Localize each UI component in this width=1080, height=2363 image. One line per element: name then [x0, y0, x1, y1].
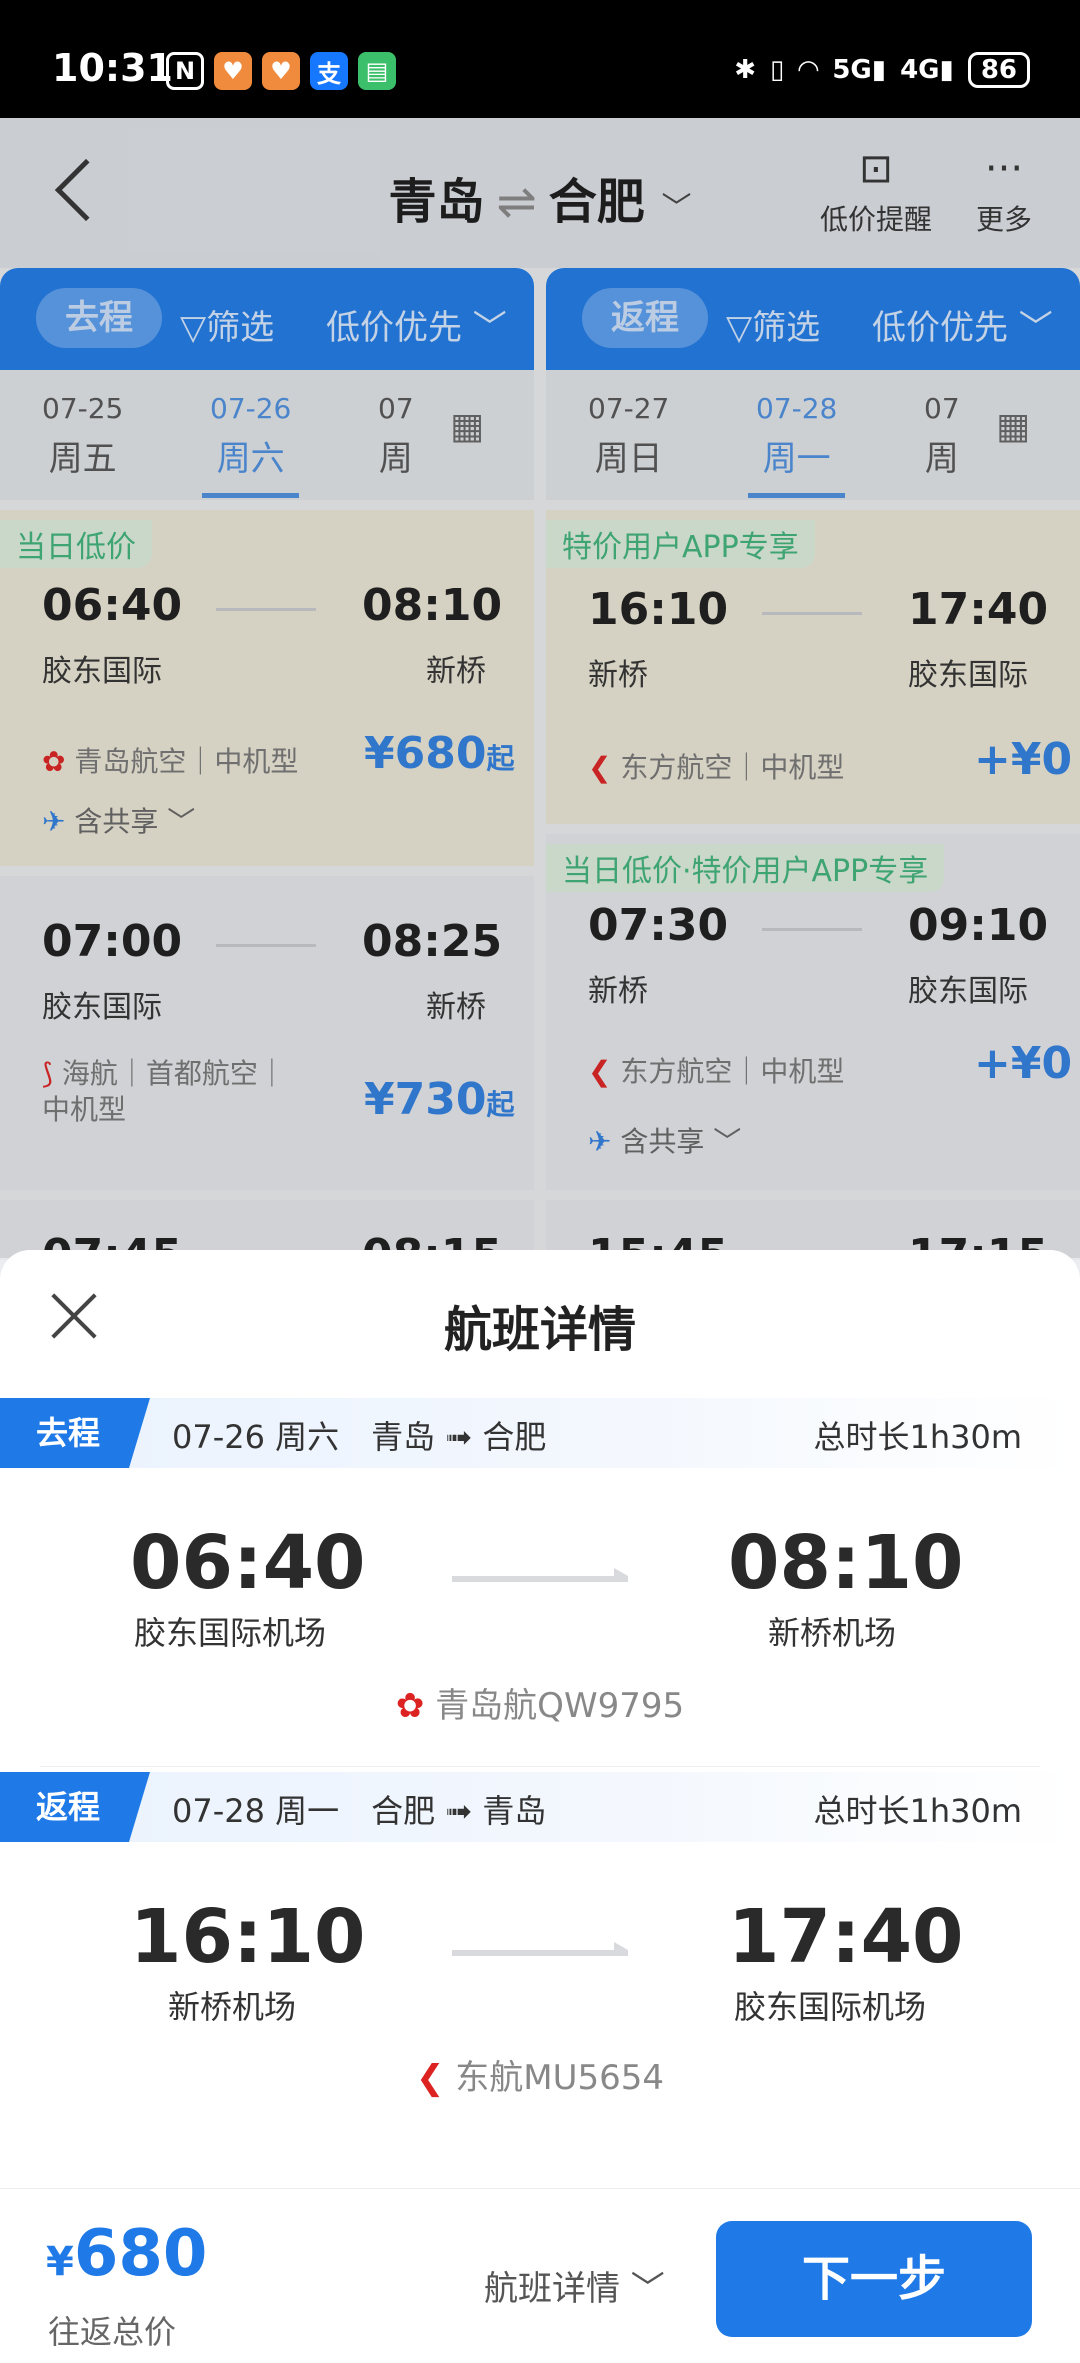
- segment-info: 07-26 周六 青岛 ➟ 合肥: [172, 1418, 547, 1456]
- total-label: 往返总价: [48, 2313, 177, 2351]
- sheet-title: 航班详情: [443, 1302, 636, 1358]
- system-icons: ✱ ▯ ◠ 5G▮ 4G▮ 86: [734, 52, 1030, 88]
- segment-duration: 总时长1h30m: [813, 1418, 1022, 1456]
- arrival-airport: 胶东国际机场: [734, 1988, 927, 2026]
- notification-icons: N ♥ ♥ 支 ▤: [166, 52, 396, 90]
- route-arrow: [452, 1942, 628, 1956]
- departure-time: 16:10: [130, 1894, 366, 1980]
- total-price: ¥680: [46, 2217, 207, 2291]
- currency-symbol: ¥: [46, 2239, 74, 2285]
- app-notify-icon: ♥: [262, 52, 300, 90]
- departure-time: 06:40: [130, 1520, 366, 1606]
- signal-5g-icon: 5G▮: [832, 55, 887, 85]
- bluetooth-icon: ✱: [734, 55, 756, 85]
- flight-number: ✿ 青岛航QW9795: [0, 1678, 1080, 1727]
- wifi-icon: ◠: [798, 55, 819, 85]
- arrival-time: 08:10: [728, 1520, 964, 1606]
- divider: [40, 1766, 1040, 1767]
- signal-4g-icon: 4G▮: [900, 55, 954, 85]
- next-step-button[interactable]: 下一步: [716, 2221, 1032, 2337]
- arrival-time: 17:40: [728, 1894, 964, 1980]
- return-segment-header: 返程 07-28 周一 合肥 ➟ 青岛 总时长1h30m: [0, 1772, 1080, 1842]
- outbound-badge: 去程: [0, 1398, 150, 1468]
- status-bar: 10:31 N ♥ ♥ 支 ▤ ✱ ▯ ◠ 5G▮ 4G▮ 86: [0, 0, 1080, 118]
- nfc-icon: N: [166, 52, 204, 90]
- arrival-airport: 新桥机场: [768, 1614, 897, 1652]
- segment-duration: 总时长1h30m: [813, 1792, 1022, 1830]
- vibrate-icon: ▯: [770, 55, 785, 85]
- battery-icon: 86: [967, 52, 1030, 88]
- flight-number-text: 东航MU5654: [455, 2058, 665, 2098]
- booking-footer: ¥680 往返总价 航班详情 ﹀ 下一步: [0, 2188, 1080, 2363]
- segment-info: 07-28 周一 合肥 ➟ 青岛: [172, 1792, 547, 1830]
- china-eastern-logo-icon: ❮: [415, 2058, 445, 2098]
- flight-number: ❮ 东航MU5654: [0, 2050, 1080, 2099]
- route-arrow: [452, 1568, 628, 1582]
- departure-airport: 新桥机场: [168, 1988, 297, 2026]
- flight-detail-toggle[interactable]: 航班详情 ﹀: [484, 2261, 665, 2310]
- return-badge: 返程: [0, 1772, 150, 1842]
- flight-number-text: 青岛航QW9795: [435, 1686, 685, 1726]
- total-value: 680: [73, 2217, 208, 2291]
- app-notify-icon: ♥: [214, 52, 252, 90]
- dim-overlay[interactable]: [0, 118, 1080, 1258]
- qingdao-airlines-logo-icon: ✿: [395, 1686, 425, 1726]
- wallet-icon: ▤: [358, 52, 396, 90]
- clock: 10:31: [52, 46, 173, 90]
- outbound-segment-header: 去程 07-26 周六 青岛 ➟ 合肥 总时长1h30m: [0, 1398, 1080, 1468]
- alipay-icon: 支: [310, 52, 348, 90]
- departure-airport: 胶东国际机场: [134, 1614, 327, 1652]
